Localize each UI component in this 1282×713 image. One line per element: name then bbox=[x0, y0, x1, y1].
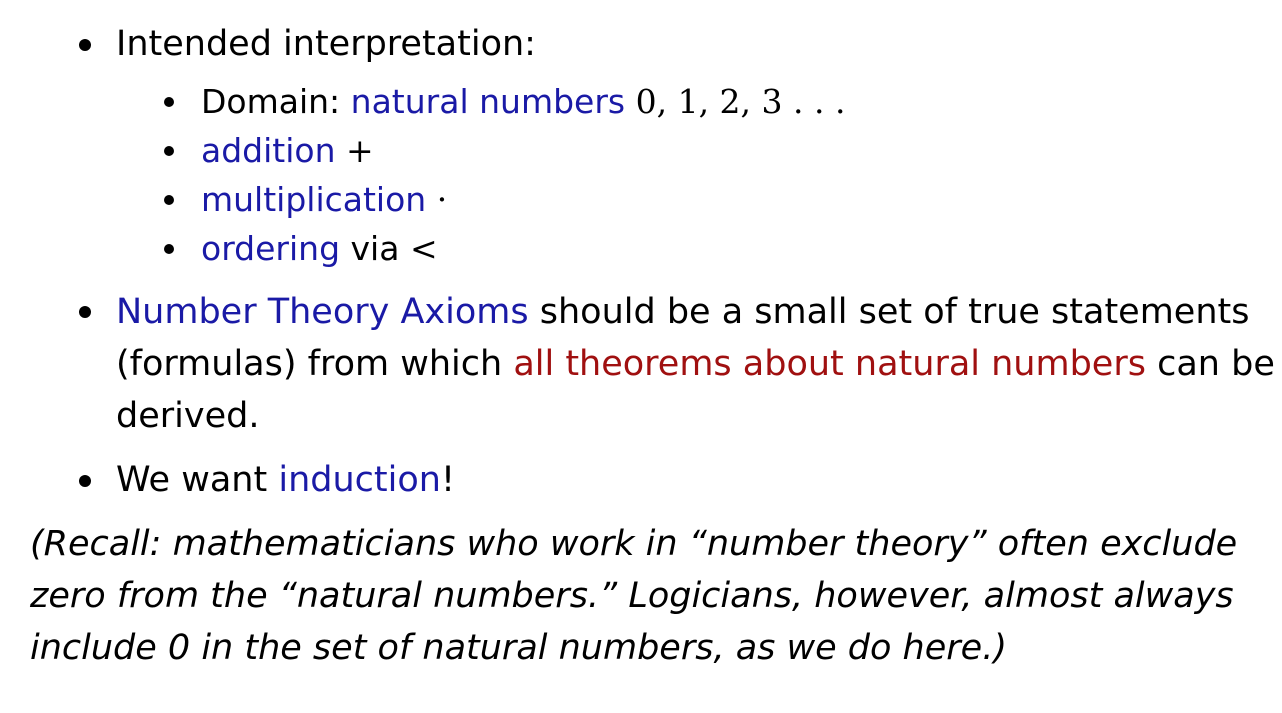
domain-label: Domain: bbox=[201, 82, 341, 121]
bullet-number-theory-axioms: Number Theory Axioms should be a small s… bbox=[116, 286, 1276, 442]
addition-term: addition bbox=[201, 131, 336, 170]
induction-text: We want bbox=[116, 460, 268, 500]
ordering-symbol: < bbox=[409, 229, 438, 268]
sub-bullet-icon bbox=[164, 97, 174, 107]
ordering-via: via bbox=[350, 229, 400, 268]
sub-bullet-addition: addition + bbox=[201, 127, 374, 175]
bullet-icon bbox=[79, 475, 91, 487]
axioms-highlight: all theorems about natural numbers bbox=[513, 344, 1146, 384]
multiplication-symbol: · bbox=[436, 180, 448, 219]
bullet-icon bbox=[79, 39, 91, 51]
bullet-icon bbox=[79, 306, 91, 318]
bullet-text: Intended interpretation: bbox=[116, 24, 536, 64]
induction-exclaim: ! bbox=[440, 460, 455, 500]
sub-bullet-ordering: ordering via < bbox=[201, 225, 438, 273]
addition-symbol: + bbox=[346, 131, 374, 170]
sub-bullet-icon bbox=[164, 244, 174, 254]
sub-bullet-multiplication: multiplication · bbox=[201, 176, 447, 224]
multiplication-term: multiplication bbox=[201, 180, 427, 219]
bullet-intended-interpretation: Intended interpretation: bbox=[116, 18, 536, 70]
axioms-term: Number Theory Axioms bbox=[116, 292, 529, 332]
slide: Intended interpretation: Domain: natural… bbox=[0, 0, 1282, 713]
domain-math: 0, 1, 2, 3 . . . bbox=[635, 82, 846, 121]
recall-note: (Recall: mathematicians who work in “num… bbox=[30, 524, 1238, 668]
sub-bullet-icon bbox=[164, 195, 174, 205]
induction-term: induction bbox=[278, 460, 441, 500]
sub-bullet-icon bbox=[164, 146, 174, 156]
domain-term: natural numbers bbox=[350, 82, 626, 121]
ordering-term: ordering bbox=[201, 229, 341, 268]
bullet-induction: We want induction! bbox=[116, 454, 455, 506]
sub-bullet-domain: Domain: natural numbers 0, 1, 2, 3 . . . bbox=[201, 78, 845, 126]
